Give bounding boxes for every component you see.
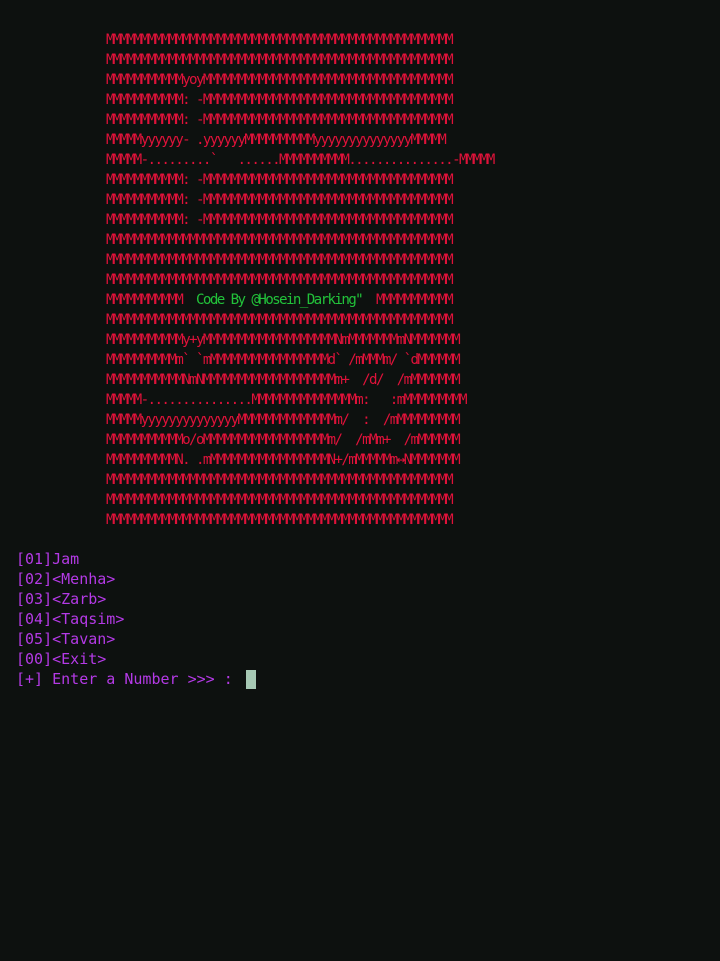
banner-line: MMMMMMMMMMM: -MMMMMMMMMMMMMMMMMMMMMMMMMM… bbox=[106, 172, 454, 188]
banner-line: MMMMMMMMMMMNmNMMMMMMMMMMMMMMMMMMMm+ /d/ … bbox=[106, 372, 461, 388]
menu-list: [01]Jam [02]<Menha> [03]<Zarb> [04]<Taqs… bbox=[16, 549, 256, 689]
banner-line: MMMMMMMMMMm` `mMMMMMMMMMMMMMMMMMd` /mMMM… bbox=[106, 352, 461, 368]
menu-option-exit: [00]<Exit> bbox=[16, 650, 107, 668]
banner-line: MMMMMMMMMMMMMMMMMMMMMMMMMMMMMMMMMMMMMMMM… bbox=[106, 312, 454, 328]
author-credit: Code By @Hosein_Darking" bbox=[195, 292, 364, 308]
banner-line: MMMMM-.........` ......MMMMMMMMMM.......… bbox=[106, 152, 495, 168]
banner-line: MMMMMMMMMMMMMMMMMMMMMMMMMMMMMMMMMMMMMMMM… bbox=[106, 232, 454, 248]
banner-line: MMMMMyyyyyyyyyyyyyyMMMMMMMMMMMMMMm/ : /m… bbox=[106, 412, 461, 428]
banner-line: MMMMMMMMMMM: -MMMMMMMMMMMMMMMMMMMMMMMMMM… bbox=[106, 192, 454, 208]
banner-line: MMMMMMMMMMMy+yMMMMMMMMMMMMMMMMMMMNmMMMMM… bbox=[106, 332, 461, 348]
banner-credit-line: MMMMMMMMMMM Code By @Hosein_Darking" MMM… bbox=[106, 290, 606, 310]
banner-line: MMMMMMMMMMMMMMMMMMMMMMMMMMMMMMMMMMMMMMMM… bbox=[106, 492, 454, 508]
terminal-window: MMMMMMMMMMMMMMMMMMMMMMMMMMMMMMMMMMMMMMMM… bbox=[0, 0, 720, 961]
banner-line: MMMMMMMMMMM: -MMMMMMMMMMMMMMMMMMMMMMMMMM… bbox=[106, 212, 454, 228]
banner-line: MMMMMMMMMMMyoyMMMMMMMMMMMMMMMMMMMMMMMMMM… bbox=[106, 72, 454, 88]
text-cursor[interactable] bbox=[245, 669, 256, 689]
banner-line: MMMMMMMMMMMMMMMMMMMMMMMMMMMMMMMMMMMMMMMM… bbox=[106, 32, 454, 48]
menu-option-zarb: [03]<Zarb> bbox=[16, 590, 107, 608]
banner-line-left: MMMMMMMMMMM bbox=[106, 292, 196, 308]
banner-line: MMMMMMMMMMMMMMMMMMMMMMMMMMMMMMMMMMMMMMMM… bbox=[106, 472, 454, 488]
banner-line: MMMMMMMMMMMMMMMMMMMMMMMMMMMMMMMMMMMMMMMM… bbox=[106, 52, 454, 68]
banner-line: MMMMMMMMMMMMMMMMMMMMMMMMMMMMMMMMMMMMMMMM… bbox=[106, 272, 454, 288]
banner-line: MMMMMyyyyyy- .yyyyyyMMMMMMMMMMyyyyyyyyyy… bbox=[106, 132, 447, 148]
menu-option-taqsim: [04]<Taqsim> bbox=[16, 610, 125, 628]
banner-line: MMMMMMMMMMM: -MMMMMMMMMMMMMMMMMMMMMMMMMM… bbox=[106, 92, 454, 108]
banner-line: MMMMMMMMMMMMMMMMMMMMMMMMMMMMMMMMMMMMMMMM… bbox=[106, 512, 454, 528]
banner-line-right: MMMMMMMMMMM bbox=[362, 292, 454, 308]
banner-line: MMMMMMMMMMN. .mMMMMMMMMMMMMMMMMMN+/mMMMM… bbox=[106, 452, 461, 468]
banner-line: MMMMMMMMMMMMMMMMMMMMMMMMMMMMMMMMMMMMMMMM… bbox=[106, 252, 454, 268]
banner-line: MMMMM-...............MMMMMMMMMMMMMMMm: :… bbox=[106, 392, 468, 408]
banner-line: MMMMMMMMMMM: -MMMMMMMMMMMMMMMMMMMMMMMMMM… bbox=[106, 112, 454, 128]
menu-option-tavan: [05]<Tavan> bbox=[16, 630, 116, 648]
menu-option-menha: [02]<Menha> bbox=[16, 570, 116, 588]
prompt-label: [+] Enter a Number >>> : bbox=[16, 670, 242, 688]
menu-option-jam: [01]Jam bbox=[16, 550, 80, 568]
banner-line: MMMMMMMMMMMo/oMMMMMMMMMMMMMMMMMMm/ /mMm+… bbox=[106, 432, 461, 448]
ascii-art-banner: MMMMMMMMMMMMMMMMMMMMMMMMMMMMMMMMMMMMMMMM… bbox=[106, 30, 606, 530]
input-prompt[interactable]: [+] Enter a Number >>> : bbox=[16, 669, 256, 689]
